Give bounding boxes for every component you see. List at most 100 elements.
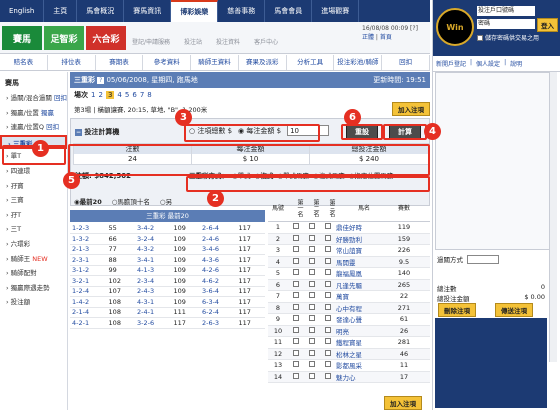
- odds-combination[interactable]: 6-3-4: [199, 296, 237, 308]
- odds-combination[interactable]: 2-3-4: [134, 275, 172, 287]
- checkbox-first-box[interactable]: [293, 246, 299, 253]
- odds-row[interactable]: 1-2-4 107 2-4-3 109 3-6-4 117: [70, 286, 265, 297]
- checkbox-third[interactable]: [320, 303, 336, 312]
- odds-row[interactable]: 3-1-2 99 4-1-3 109 4-2-6 117: [70, 265, 265, 276]
- left-nav-item[interactable]: › 過關/混合過關 回扣: [0, 91, 67, 106]
- odds-combination[interactable]: 3-4-6: [199, 244, 237, 255]
- odds-combination[interactable]: 3-1-2: [70, 265, 107, 276]
- tab-marksix[interactable]: 六合彩: [86, 26, 126, 50]
- checkbox-second[interactable]: [304, 292, 320, 300]
- odds-tab-top20[interactable]: ◉最前20: [74, 196, 102, 206]
- horse-name[interactable]: 明亮: [336, 326, 392, 336]
- checkbox-second-box[interactable]: [309, 246, 315, 253]
- checkbox-second-box[interactable]: [309, 349, 315, 356]
- checkbox-first[interactable]: [288, 223, 304, 231]
- checkbox-third[interactable]: [320, 246, 336, 254]
- horse-name[interactable]: 常山誼寶: [336, 245, 392, 255]
- checkbox-first-box[interactable]: [293, 326, 299, 333]
- checkbox-second[interactable]: [304, 257, 320, 266]
- odds-row[interactable]: 1-3-2 66 3-2-4 109 2-4-6 117: [70, 233, 265, 245]
- odds-combination[interactable]: 1-3-2: [70, 233, 107, 245]
- checkbox-second[interactable]: [304, 372, 320, 381]
- odds-combination[interactable]: 3-2-4: [134, 233, 172, 245]
- odds-combination[interactable]: 2-4-3: [134, 286, 172, 297]
- race-2[interactable]: 2: [98, 91, 102, 99]
- add-bet-button-bottom[interactable]: 加入注項: [384, 396, 422, 410]
- race-3[interactable]: 3: [105, 91, 115, 99]
- left-nav-item[interactable]: › 騎師配對: [0, 266, 67, 281]
- checkbox-second[interactable]: [304, 246, 320, 254]
- checkbox-second[interactable]: [304, 349, 320, 358]
- checkbox-first[interactable]: [288, 280, 304, 289]
- horse-name[interactable]: 發達心聲: [336, 314, 392, 324]
- odds-combination[interactable]: 2-4-1: [134, 307, 172, 318]
- horse-name[interactable]: 松林之星: [336, 349, 392, 359]
- odds-tab-banker[interactable]: ○馬膽頂十名: [112, 196, 150, 206]
- tab-football[interactable]: 足智彩: [44, 26, 84, 50]
- odds-combination[interactable]: 3-4-1: [134, 254, 172, 266]
- send-bets-button[interactable]: 傳送注項: [495, 303, 533, 317]
- left-nav-item[interactable]: › 騎師王 NEW: [0, 252, 67, 267]
- checkbox-first[interactable]: [288, 349, 304, 358]
- checkbox-first[interactable]: [288, 269, 304, 277]
- odds-row[interactable]: 1-4-2 108 4-3-1 109 6-3-4 117: [70, 296, 265, 308]
- checkbox-third[interactable]: [320, 257, 336, 266]
- tab-results[interactable]: 賽果及派彩: [239, 55, 287, 70]
- checkbox-second-box[interactable]: [309, 303, 315, 310]
- remember-row[interactable]: 儲存密碼供交易之用: [477, 33, 539, 42]
- account-input[interactable]: 投注戶口號碼: [477, 6, 535, 16]
- checkbox-third-box[interactable]: [325, 315, 331, 322]
- odds-tab-other[interactable]: ○另: [160, 196, 172, 206]
- horse-name[interactable]: 心中有程: [336, 303, 392, 313]
- checkbox-third-box[interactable]: [325, 234, 331, 241]
- tab-jockey[interactable]: 騎師王資料: [191, 55, 239, 70]
- link-settings[interactable]: 個人設定: [476, 59, 500, 68]
- checkbox-third-box[interactable]: [325, 303, 331, 310]
- odds-row[interactable]: 3-2-1 102 2-3-4 109 4-6-2 117: [70, 275, 265, 287]
- checkbox-first[interactable]: [288, 315, 304, 323]
- odds-combination[interactable]: 4-6-2: [199, 275, 237, 287]
- tab-pool[interactable]: 投注彩池/騎師: [334, 55, 383, 70]
- checkbox-first[interactable]: [288, 246, 304, 254]
- tab-rebate[interactable]: 回扣: [382, 55, 431, 70]
- odds-combination[interactable]: 4-3-1: [134, 296, 172, 308]
- checkbox-first[interactable]: [288, 326, 304, 335]
- checkbox-second-box[interactable]: [309, 326, 315, 333]
- checkbox-third[interactable]: [320, 338, 336, 346]
- link-register[interactable]: 登記/申請服務: [132, 37, 170, 46]
- checkbox-first[interactable]: [288, 338, 304, 346]
- bet-slip-list[interactable]: [435, 72, 557, 250]
- tab-racing[interactable]: 賽馬: [2, 26, 42, 50]
- left-nav-item[interactable]: › 三寶: [0, 193, 67, 208]
- checkbox-second-box[interactable]: [309, 361, 315, 368]
- scrollbar[interactable]: [549, 72, 557, 362]
- odds-row[interactable]: 2-1-3 77 4-3-2 109 3-4-6 117: [70, 244, 265, 255]
- horse-name[interactable]: 影都風采: [336, 360, 392, 370]
- checkbox-first-box[interactable]: [293, 315, 299, 322]
- odds-row[interactable]: 4-2-1 108 3-2-6 117 2-6-3 117: [70, 317, 265, 329]
- checkbox-first-box[interactable]: [293, 280, 299, 287]
- link-customer[interactable]: 客戶中心: [254, 37, 278, 46]
- odds-combination[interactable]: 4-2-6: [199, 265, 237, 276]
- add-bet-button-top[interactable]: 加入注項: [392, 102, 430, 116]
- checkbox-first-box[interactable]: [293, 372, 299, 379]
- checkbox-first-box[interactable]: [293, 257, 299, 264]
- left-nav-item[interactable]: › 六環彩: [0, 237, 67, 252]
- tab-analysis[interactable]: 分析工具: [287, 55, 335, 70]
- left-nav-item[interactable]: › 連贏/位置Q 回扣: [0, 120, 67, 135]
- horse-name[interactable]: 鼎佳好時: [336, 222, 392, 232]
- checkbox-third-box[interactable]: [325, 257, 331, 264]
- nav-home[interactable]: 主頁: [44, 0, 78, 22]
- race-5[interactable]: 5: [125, 91, 129, 99]
- horse-name[interactable]: 凡逢先驅: [336, 280, 392, 290]
- race-6[interactable]: 6: [132, 91, 136, 99]
- password-input[interactable]: 密碼: [477, 19, 535, 29]
- odds-combination[interactable]: 2-6-3: [199, 317, 237, 329]
- checkbox-second-box[interactable]: [309, 269, 315, 276]
- nav-racing-info[interactable]: 賽馬資訊: [124, 0, 172, 22]
- checkbox-second-box[interactable]: [309, 292, 315, 299]
- checkbox-third-box[interactable]: [325, 246, 331, 253]
- checkbox-second[interactable]: [304, 315, 320, 323]
- left-nav-item[interactable]: › 孖T: [0, 208, 67, 223]
- odds-combination[interactable]: 1-4-2: [70, 296, 107, 308]
